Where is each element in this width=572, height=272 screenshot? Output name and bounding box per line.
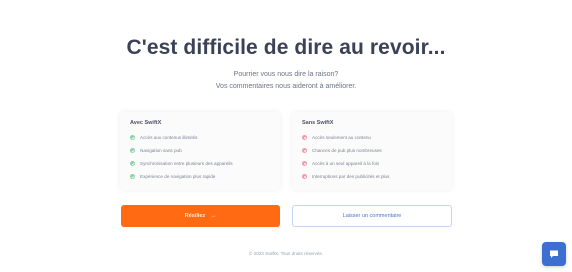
list-item: Expérience de navigation plus rapide [130,170,270,183]
x-icon [302,174,307,179]
list-item: Synchronisation entre plusieurs des appa… [130,157,270,170]
leave-comment-button[interactable]: Laisser un commentaire [292,205,452,227]
without-plan-card: Sans SwiftX Accès seulement au contenu C… [292,112,452,190]
list-item: Chances de pub plus nombreuses [302,144,442,157]
list-item: Navigation sans pub [130,144,270,157]
x-icon [302,148,307,153]
list-item-label: Synchronisation entre plusieurs des appa… [140,161,233,166]
chat-button[interactable] [542,242,566,266]
x-icon [302,161,307,166]
footer-copyright: © 2023 SwiftX. Tous droits réservés. [248,251,324,256]
leave-comment-label: Laisser un commentaire [342,213,402,219]
list-item: Accès à un seul appareil à la fois [302,157,442,170]
arrow-right-icon: → [210,213,217,219]
list-item: Interruptions par des publicités et plus [302,170,442,183]
with-plan-title: Avec SwiftX [130,120,162,126]
subtitle-line-1: Pourrier vous nous dire la raison? [233,71,339,78]
chat-icon [548,248,560,260]
list-item: Accès seulement au contenu [302,131,442,144]
list-item-label: Accès aux contenus illimités [140,135,198,140]
check-icon [130,148,135,153]
cancel-subscription-label: Résiliez [184,213,206,219]
list-item-label: Expérience de navigation plus rapide [140,174,216,179]
check-icon [130,161,135,166]
subtitle: Pourrier vous nous dire la raison? Vos c… [0,69,572,93]
x-icon [302,135,307,140]
list-item-label: Accès à un seul appareil à la fois [312,161,380,166]
cancel-subscription-button[interactable]: Résiliez → [121,205,280,227]
with-plan-card: Avec SwiftX Accès aux contenus illimités… [120,112,280,190]
list-item-label: Chances de pub plus nombreuses [312,148,382,153]
without-plan-title: Sans SwiftX [302,120,334,126]
list-item-label: Navigation sans pub [140,148,182,153]
check-icon [130,135,135,140]
list-item-label: Accès seulement au contenu [312,135,371,140]
subtitle-line-2: Vos commentaires nous aideront à amélior… [215,83,357,90]
list-item-label: Interruptions par des publicités et plus [312,174,390,179]
list-item: Accès aux contenus illimités [130,131,270,144]
page-title: C'est difficile de dire au revoir... [126,36,446,59]
check-icon [130,174,135,179]
